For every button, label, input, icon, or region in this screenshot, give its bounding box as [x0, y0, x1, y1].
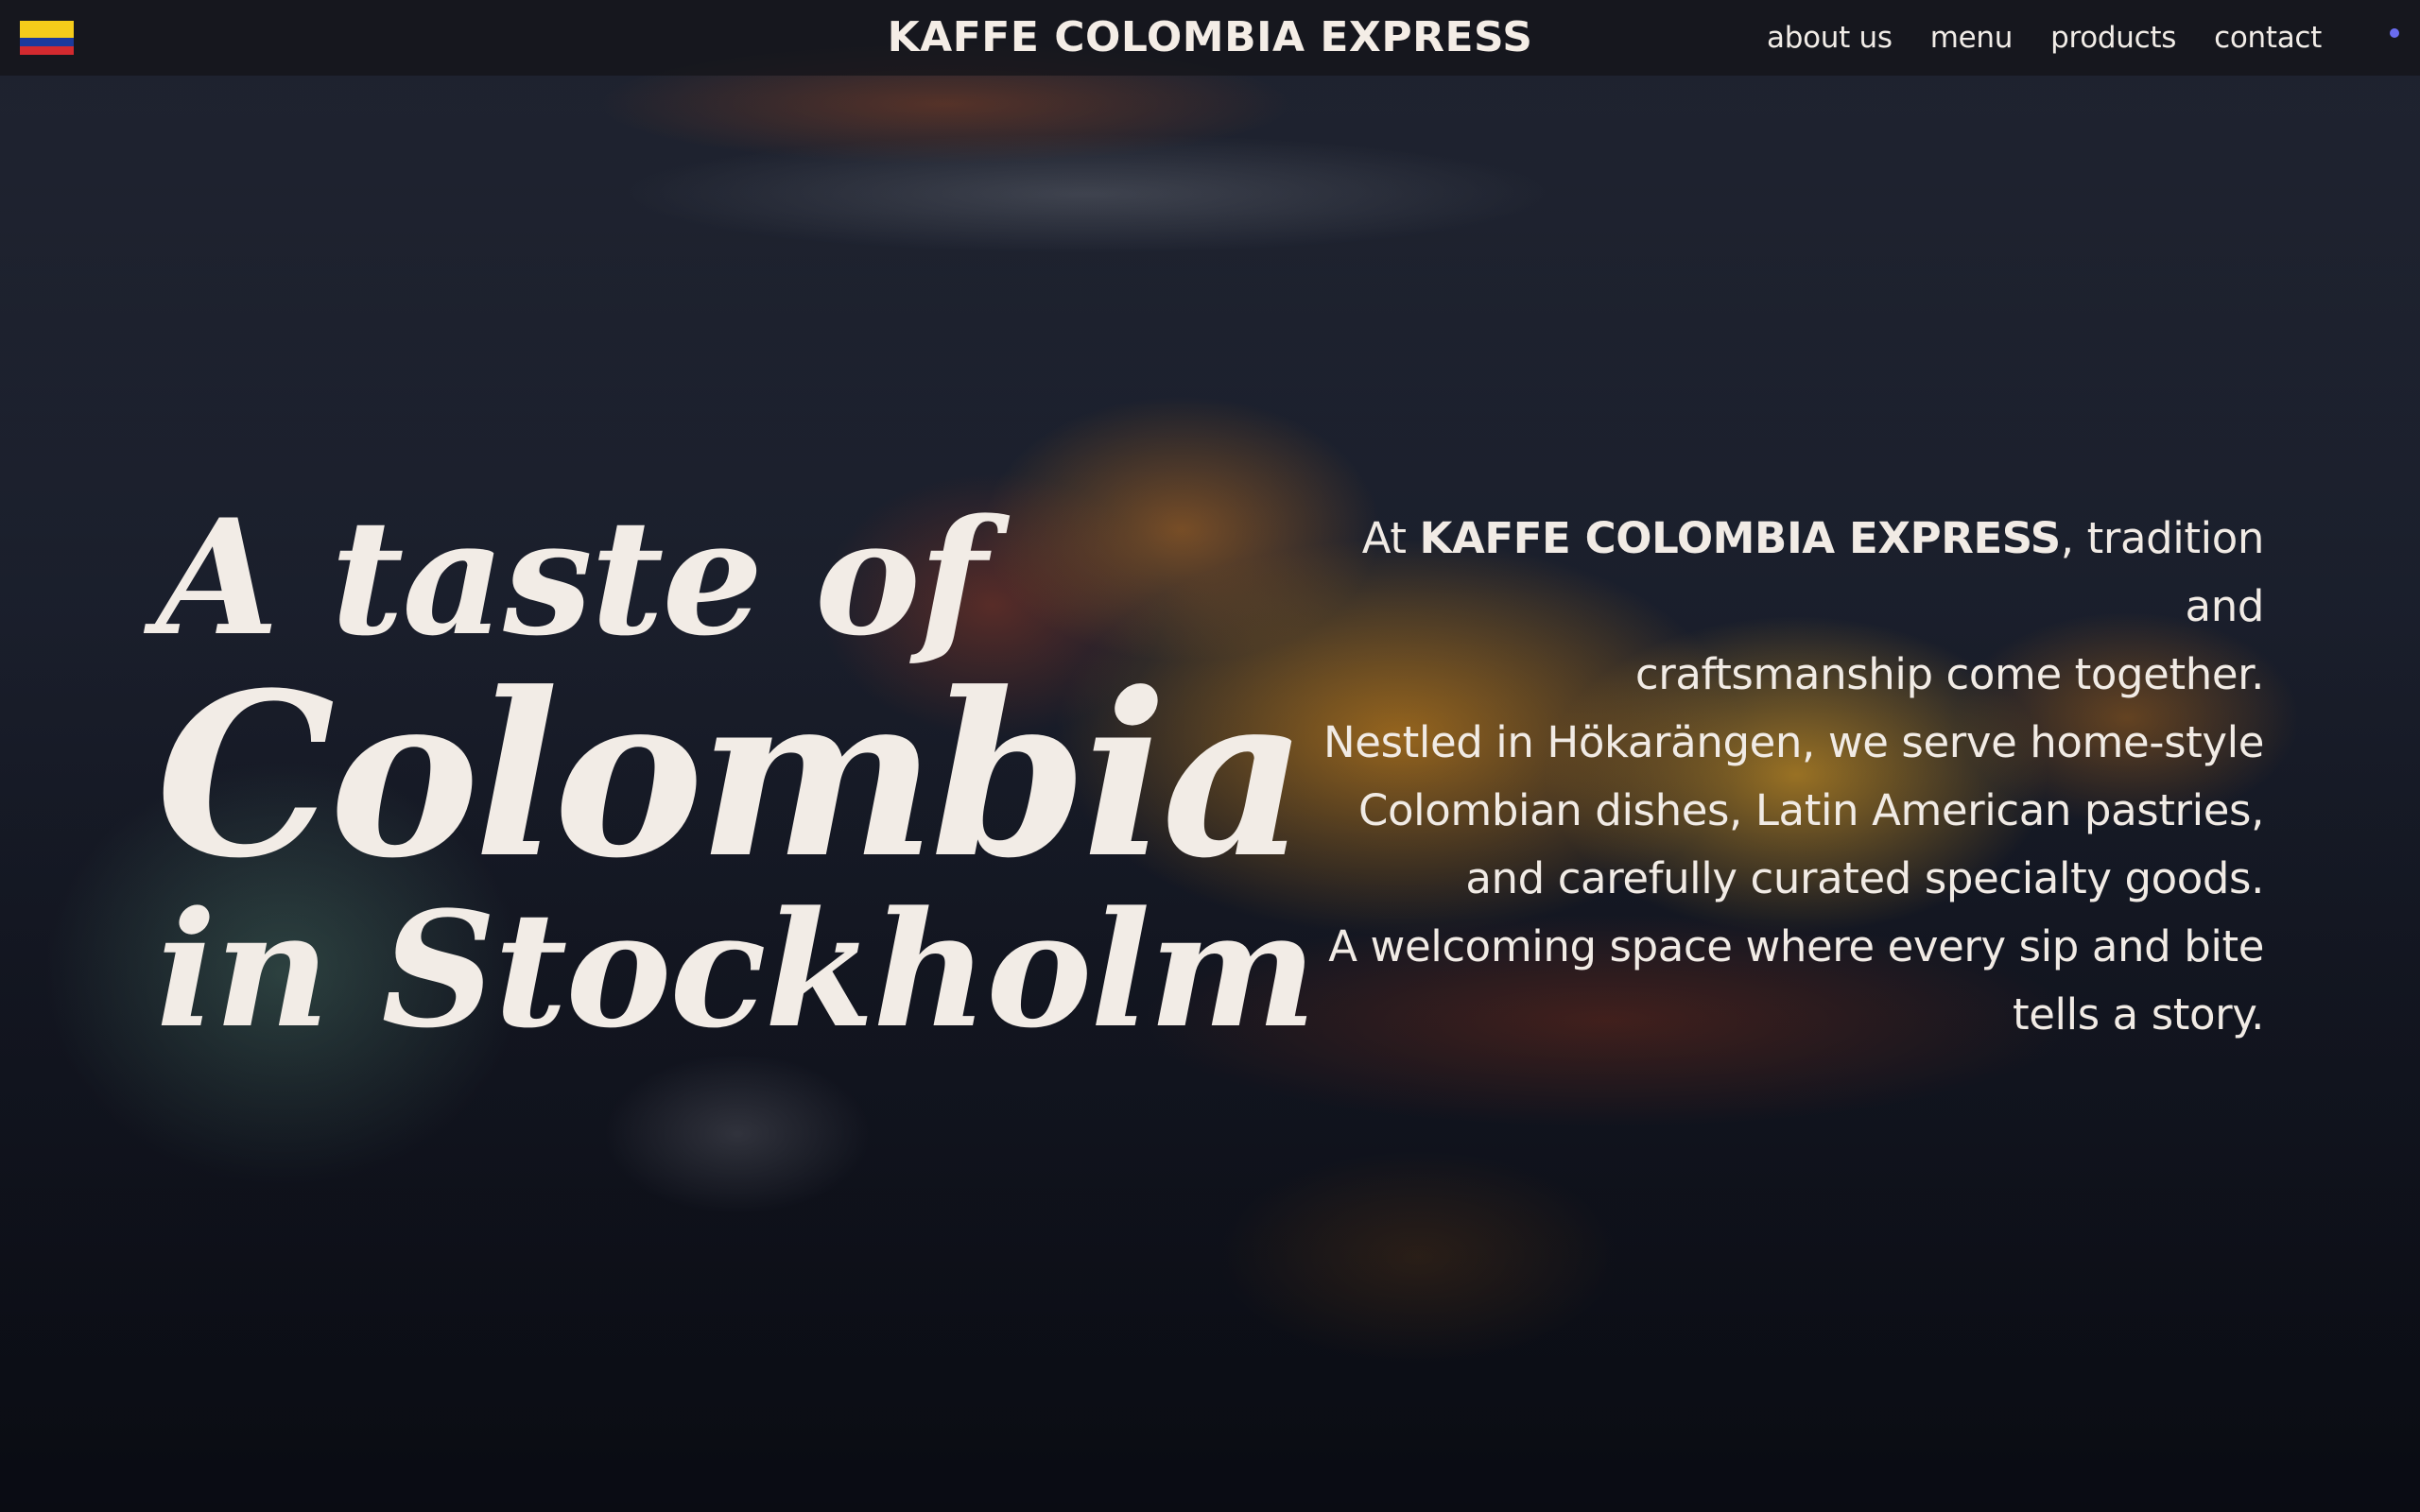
notification-dot — [2390, 28, 2399, 38]
intro-line-5: and carefully curated specialty goods. — [1465, 853, 2264, 903]
nav-link-about-us[interactable]: about us — [1767, 17, 1893, 59]
headline-line-1: A taste of — [156, 484, 987, 672]
brand-link[interactable]: KAFFE COLOMBIA EXPRESS — [888, 13, 1533, 61]
page: KAFFE COLOMBIA EXPRESS about us menu pro… — [0, 0, 2420, 1512]
intro-line-6: A welcoming space where every sip and bi… — [1328, 921, 2264, 971]
intro-line-1: At KAFFE COLOMBIA EXPRESS, tradition and — [1281, 505, 2265, 641]
intro-brand-name: KAFFE COLOMBIA EXPRESS — [1419, 513, 2061, 563]
headline-line-3: in Stockholm — [156, 876, 1317, 1064]
flag-stripe-blue — [20, 38, 74, 46]
flag-stripe-yellow — [20, 21, 74, 38]
hero-headline: A taste of Colombia in Stockholm — [156, 483, 1317, 1064]
nav-link-products[interactable]: products — [2050, 17, 2176, 59]
theme-toggle-button[interactable] — [2365, 19, 2403, 57]
intro-line-4: Colombian dishes, Latin American pastrie… — [1358, 785, 2264, 835]
intro-line-1-suffix: , tradition and — [2060, 513, 2265, 631]
intro-line-3: Nestled in Hökarängen, we serve home-sty… — [1323, 717, 2264, 767]
nav-link-menu[interactable]: menu — [1930, 17, 2014, 59]
headline-line-2: Colombia — [156, 644, 1307, 909]
top-navigation-bar: KAFFE COLOMBIA EXPRESS about us menu pro… — [0, 0, 2420, 76]
intro-line-7: tells a story. — [2012, 989, 2264, 1040]
main-navigation: about us menu products contact — [1767, 17, 2322, 59]
flag-stripe-red — [20, 46, 74, 55]
moon-icon — [2375, 25, 2388, 51]
intro-line-2: craftsmanship come together. — [1634, 649, 2264, 699]
nav-link-contact[interactable]: contact — [2214, 17, 2322, 59]
intro-prefix: At — [1361, 513, 1420, 563]
hero-intro-paragraph: At KAFFE COLOMBIA EXPRESS, tradition and… — [1281, 505, 2264, 1049]
colombia-flag-icon[interactable] — [20, 21, 74, 55]
